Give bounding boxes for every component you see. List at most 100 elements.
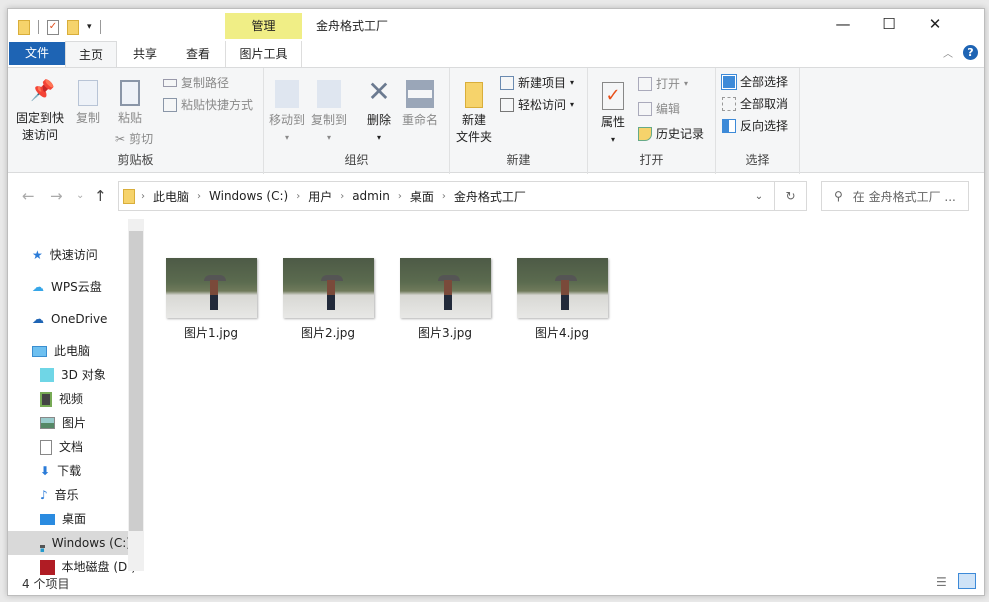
close-button[interactable]: ✕: [912, 9, 958, 39]
select-none-button[interactable]: 全部取消: [722, 93, 788, 115]
paste-shortcut-button[interactable]: 粘贴快捷方式: [163, 94, 253, 116]
sidebar-item-music[interactable]: ♪ 音乐: [40, 483, 136, 507]
download-icon: ⬇: [40, 464, 51, 478]
sidebar-item-videos[interactable]: 视频: [40, 387, 136, 411]
manage-context-tab[interactable]: 管理: [225, 13, 302, 39]
breadcrumb-item[interactable]: 桌面: [410, 188, 434, 205]
select-all-button[interactable]: 全部选择: [721, 71, 788, 93]
sidebar-item-downloads[interactable]: ⬇ 下载: [40, 459, 136, 483]
chevron-right-icon: ›: [296, 190, 301, 202]
breadcrumb-item[interactable]: 此电脑: [153, 188, 189, 205]
properties-check-icon[interactable]: ✓: [47, 19, 59, 35]
search-box[interactable]: ⚲ 在 金舟格式工厂 ...: [821, 181, 969, 211]
sidebar-item-3d-objects[interactable]: 3D 对象: [40, 363, 136, 387]
move-to-button[interactable]: 移动到 ▾: [268, 80, 306, 146]
address-dropdown-icon[interactable]: ⌄: [744, 191, 774, 202]
scrollbar-thumb[interactable]: [129, 231, 143, 531]
sidebar-item-quick-access[interactable]: ★ 快速访问: [32, 243, 128, 267]
video-icon: [40, 391, 52, 407]
tab-file[interactable]: 文件: [9, 42, 65, 65]
cut-button[interactable]: ✂ 剪切: [115, 128, 153, 150]
help-icon[interactable]: ?: [963, 45, 978, 60]
copy-to-button[interactable]: 复制到 ▾: [310, 80, 348, 146]
explorer-window: ✓ ▾ 管理 金舟格式工厂 — ☐ ✕ 文件 主页 共享 查看 图片工具 ︿ ?…: [7, 8, 985, 596]
forward-button[interactable]: →: [50, 181, 63, 211]
open-label: 打开: [656, 77, 681, 91]
folder-icon[interactable]: [18, 19, 30, 35]
up-button[interactable]: ↑: [94, 181, 107, 211]
large-icons-view-icon[interactable]: [958, 573, 976, 589]
refresh-icon[interactable]: ↻: [774, 182, 806, 210]
sidebar-item-documents[interactable]: 文档: [40, 435, 136, 459]
new-folder-button[interactable]: 新建 文件夹: [454, 82, 494, 146]
new-item-button[interactable]: 新建项目 ▾: [500, 72, 574, 94]
copy-label: 复制: [75, 111, 100, 125]
star-icon: ★: [32, 248, 43, 262]
maximize-button[interactable]: ☐: [866, 9, 912, 39]
breadcrumb-item[interactable]: 金舟格式工厂: [454, 188, 526, 205]
chevron-right-icon: ›: [340, 190, 345, 202]
minimize-button[interactable]: —: [820, 9, 866, 39]
tab-picture-tools[interactable]: 图片工具: [225, 41, 302, 68]
select-none-icon: [722, 97, 736, 111]
window-title: 金舟格式工厂: [316, 19, 389, 33]
file-item[interactable]: 图片3.jpg: [397, 258, 493, 341]
file-item[interactable]: 图片1.jpg: [163, 258, 259, 341]
sidebar-scrollbar[interactable]: [128, 219, 144, 571]
copy-to-label: 复制到: [310, 113, 347, 127]
pin-quick-access-button[interactable]: 📌 固定到快 速访问: [14, 80, 66, 144]
sidebar-item-windows-c[interactable]: ▪ Windows (C:): [8, 531, 128, 555]
paste-button[interactable]: 粘贴: [112, 80, 148, 127]
edit-button[interactable]: 编辑: [638, 98, 680, 120]
breadcrumb-item[interactable]: Windows (C:): [209, 189, 288, 203]
tab-view[interactable]: 查看: [173, 41, 223, 68]
move-to-label: 移动到: [268, 113, 305, 127]
easy-access-label: 轻松访问: [518, 98, 567, 112]
cut-label: 剪切: [129, 132, 154, 146]
recent-dropdown[interactable]: ⌄: [76, 181, 84, 211]
sidebar-item-wps-cloud[interactable]: ☁ WPS云盘: [32, 275, 128, 299]
file-name: 图片1.jpg: [183, 326, 239, 340]
address-bar[interactable]: › 此电脑 › Windows (C:) › 用户 › admin › 桌面 › 金舟格式工…: [118, 181, 807, 211]
delete-button[interactable]: ✕ 删除 ▾: [364, 76, 394, 146]
select-all-icon: [721, 74, 737, 90]
customize-dropdown-icon[interactable]: ▾: [87, 22, 92, 32]
sidebar-item-this-pc[interactable]: 此电脑: [32, 339, 128, 363]
easy-access-button[interactable]: 轻松访问 ▾: [500, 94, 574, 116]
paste-shortcut-icon: [163, 98, 177, 112]
file-name: 图片4.jpg: [534, 326, 590, 340]
file-item[interactable]: 图片4.jpg: [514, 258, 610, 341]
copy-button[interactable]: 复制: [70, 80, 106, 127]
back-button[interactable]: ←: [22, 181, 35, 211]
new-folder-icon[interactable]: [67, 19, 79, 35]
collapse-ribbon-icon[interactable]: ︿: [943, 45, 953, 60]
file-name: 图片2.jpg: [300, 326, 356, 340]
chevron-right-icon: ›: [441, 190, 446, 202]
invert-selection-button[interactable]: 反向选择: [722, 115, 788, 137]
properties-button[interactable]: ✓ 属性 ▾: [596, 82, 630, 148]
music-icon: ♪: [40, 488, 48, 502]
rename-button[interactable]: 重命名: [400, 80, 440, 129]
breadcrumb-item[interactable]: admin: [352, 189, 390, 203]
pin-label-1: 固定到快: [15, 111, 64, 125]
file-item[interactable]: 图片2.jpg: [280, 258, 376, 341]
drive-icon: ▪: [40, 538, 45, 554]
paste-shortcut-label: 粘贴快捷方式: [181, 98, 254, 112]
open-button[interactable]: 打开 ▾: [638, 73, 688, 95]
history-label: 历史记录: [656, 127, 705, 141]
sidebar-item-desktop[interactable]: 桌面: [40, 507, 136, 531]
copy-path-button[interactable]: 复制路径: [163, 72, 229, 94]
group-label: 打开: [639, 153, 664, 167]
breadcrumb-item[interactable]: 用户: [308, 188, 332, 205]
desktop-icon: [40, 513, 55, 525]
new-folder-label-1: 新建: [461, 113, 486, 127]
sidebar-item-pictures[interactable]: 图片: [40, 411, 136, 435]
tab-home[interactable]: 主页: [65, 41, 117, 69]
sidebar-item-onedrive[interactable]: ☁ OneDrive: [32, 307, 128, 331]
details-view-icon[interactable]: ☰: [936, 575, 947, 589]
history-button[interactable]: 历史记录: [638, 123, 704, 145]
computer-icon: [32, 345, 47, 357]
tab-share[interactable]: 共享: [120, 41, 170, 68]
new-folder-icon: [465, 82, 483, 108]
group-open: ✓ 属性 ▾ 打开 ▾ 编辑 历史记录 打开: [588, 68, 716, 174]
